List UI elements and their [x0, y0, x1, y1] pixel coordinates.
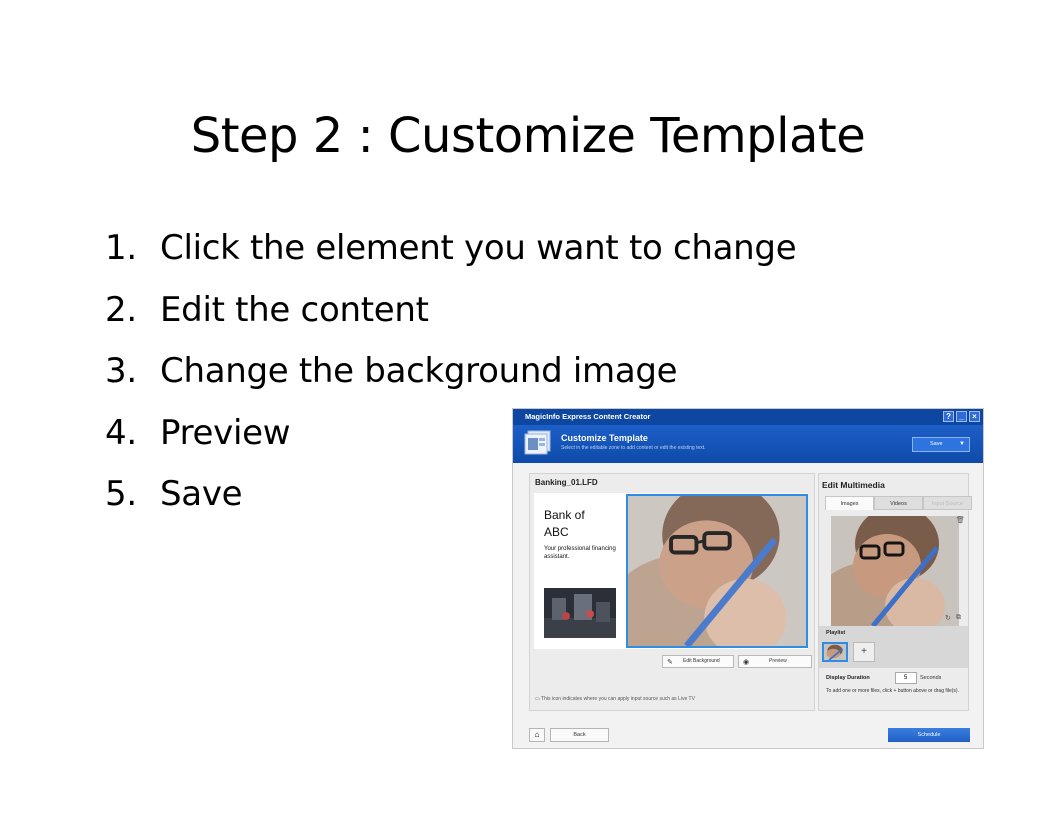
display-duration-unit: Seconds	[920, 675, 942, 681]
window-titlebar: MagicInfo Express Content Creator ? _ ×	[513, 409, 983, 425]
office-photo[interactable]	[544, 588, 616, 638]
page-subtitle: Select in the editable zone to add conte…	[561, 445, 706, 451]
display-duration-stepper[interactable]: 5	[895, 672, 917, 684]
step-number: 2.	[105, 289, 137, 330]
save-button[interactable]: Save ▼	[912, 437, 970, 452]
step-number: 1.	[105, 228, 137, 268]
window-title: MagicInfo Express Content Creator	[525, 412, 651, 421]
step-item: 3. Change the background image	[105, 345, 796, 407]
chevron-down-icon[interactable]: ▼	[959, 438, 965, 451]
playlist-thumbnail[interactable]	[822, 642, 848, 662]
step-text: Preview	[160, 412, 291, 453]
template-canvas[interactable]: Bank of ABC Your professional financing …	[534, 493, 808, 649]
step-text: Save	[160, 474, 243, 514]
preview-button[interactable]: ◉ Preview	[738, 655, 812, 668]
page-title: Customize Template	[561, 433, 648, 443]
template-editor-panel: Banking_01.LFD Bank of ABC Your professi…	[529, 473, 815, 711]
input-source-note: ▭ This icon indicates where you can appl…	[535, 696, 695, 702]
tab-videos[interactable]: Videos	[874, 496, 923, 510]
schedule-button[interactable]: Schedule	[888, 728, 970, 742]
help-button[interactable]: ?	[943, 411, 954, 422]
tab-input-source[interactable]: Input Source	[923, 496, 972, 510]
crop-icon[interactable]: ⧉	[956, 614, 961, 622]
tab-images[interactable]: Images	[825, 496, 874, 510]
add-files-note: To add one or more files, click + button…	[826, 688, 959, 694]
selected-image-preview	[831, 516, 959, 626]
step-text: Edit the content	[160, 289, 429, 330]
step-text: Change the background image	[160, 351, 678, 391]
step-text: Click the element you want to change	[160, 228, 797, 268]
step-item: 1. Click the element you want to change	[105, 222, 797, 284]
edit-multimedia-panel: Edit Multimedia Images Videos Input Sour…	[818, 473, 972, 711]
step-number: 4.	[105, 412, 137, 453]
app-screenshot: MagicInfo Express Content Creator ? _ × …	[512, 408, 984, 749]
step-item: 2. Edit the content	[105, 284, 796, 346]
playlist-label: Playlist	[826, 630, 846, 636]
bank-subtitle-text[interactable]: Your professional financing assistant.	[544, 545, 630, 561]
edit-background-button[interactable]: ✎ Edit Background	[662, 655, 734, 668]
pencil-icon: ✎	[667, 659, 673, 666]
note-text: This icon indicates where you can apply …	[541, 696, 695, 702]
media-tabs: Images Videos Input Source	[825, 496, 972, 510]
tv-icon: ▭	[535, 696, 540, 702]
step-number: 3.	[105, 351, 137, 391]
edit-multimedia-title: Edit Multimedia	[822, 480, 885, 490]
display-duration-label: Display Duration	[826, 675, 870, 681]
home-button[interactable]: ⌂	[529, 728, 545, 742]
playlist-section: Playlist +	[819, 626, 968, 668]
template-icon	[524, 430, 551, 455]
bank-title-text[interactable]: Bank of ABC	[544, 507, 604, 541]
window-controls: ? _ ×	[943, 411, 980, 422]
add-file-button[interactable]: +	[853, 642, 875, 662]
minimize-button[interactable]: _	[956, 411, 967, 422]
edit-background-label: Edit Background	[683, 658, 720, 664]
back-button[interactable]: Back	[550, 728, 609, 742]
rotate-icon[interactable]: ↻	[945, 614, 951, 622]
file-name: Banking_01.LFD	[535, 478, 598, 487]
close-button[interactable]: ×	[969, 411, 980, 422]
background-photo[interactable]	[626, 494, 808, 648]
page-header: Customize Template Select in the editabl…	[513, 425, 983, 463]
save-button-label: Save	[930, 441, 943, 447]
play-icon: ◉	[743, 659, 750, 666]
slide-title: Step 2 : Customize Template	[190, 108, 866, 164]
preview-label: Preview	[769, 658, 787, 664]
step-number: 5.	[105, 474, 137, 514]
trash-icon[interactable]: 🗑	[956, 516, 965, 524]
